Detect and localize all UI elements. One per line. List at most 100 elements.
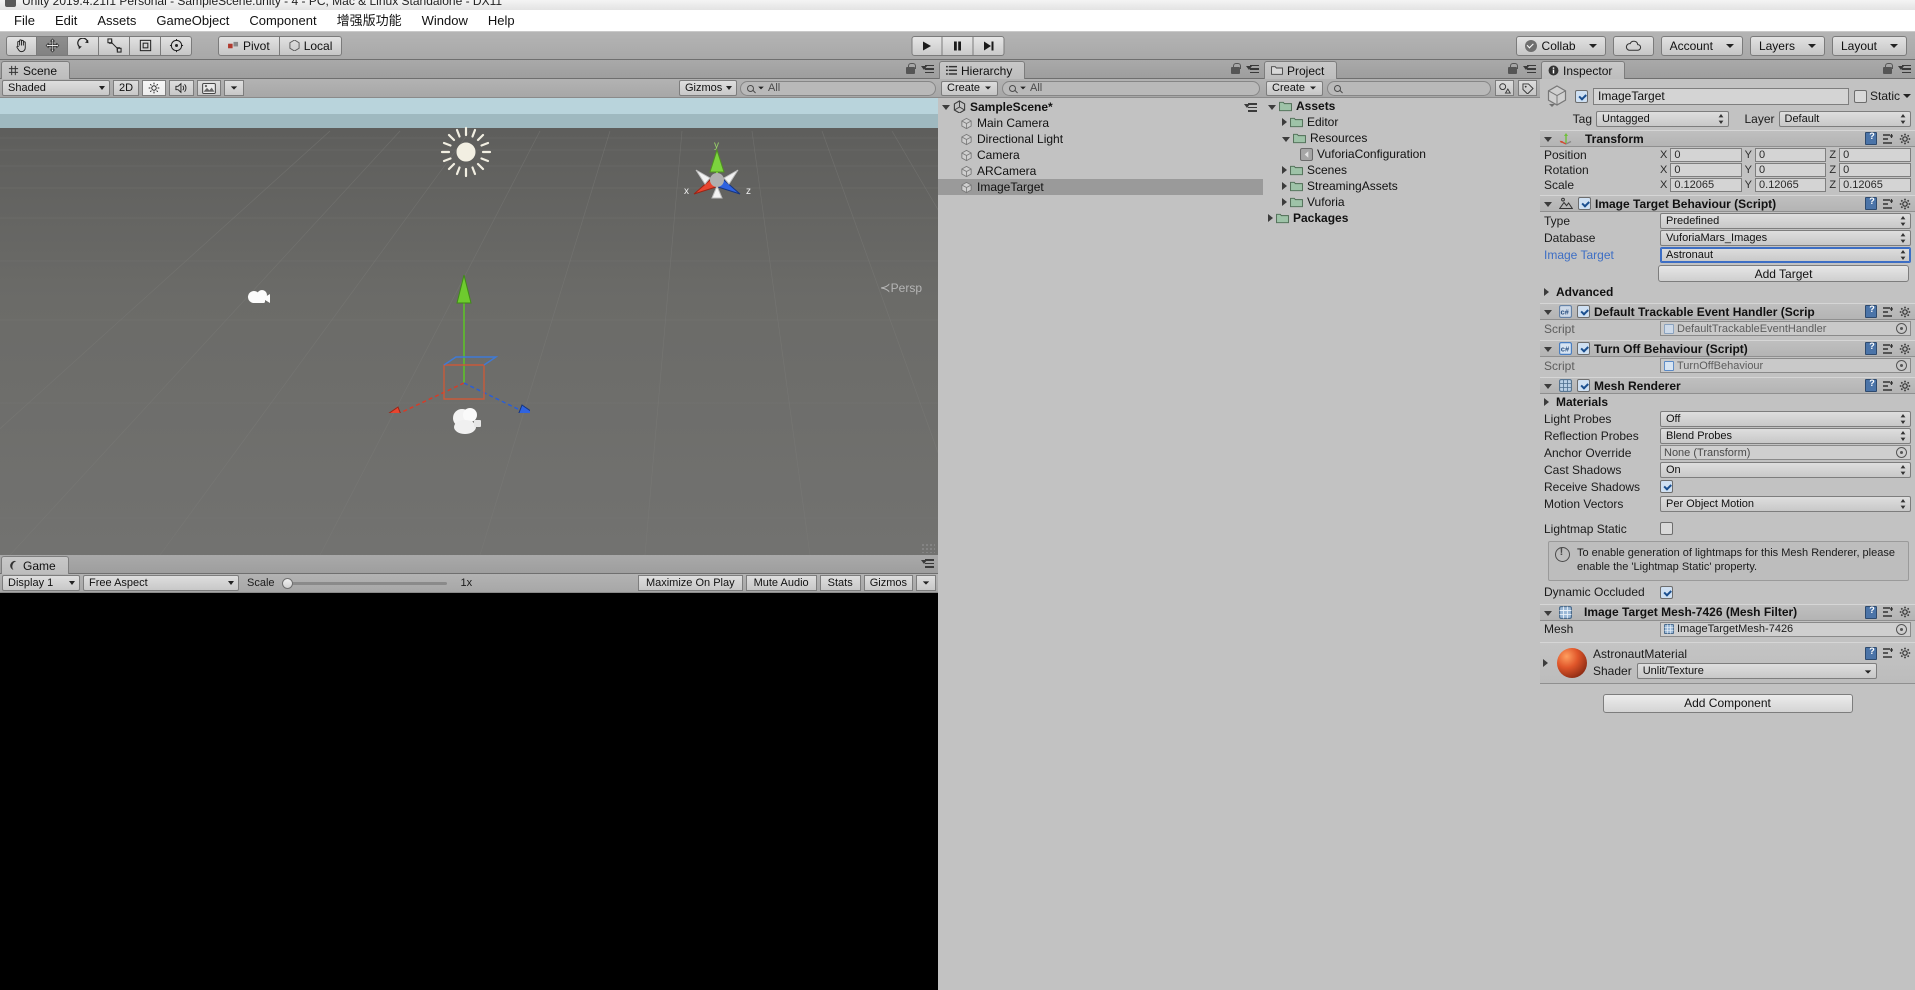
object-active-checkbox[interactable] (1575, 89, 1588, 103)
layers-button[interactable]: Layers (1749, 35, 1825, 56)
chevron-down-icon[interactable] (1903, 94, 1911, 98)
rotation-z-input[interactable]: 0 (1839, 162, 1912, 177)
chevron-right-icon[interactable] (1544, 398, 1549, 406)
account-button[interactable]: Account (1660, 35, 1743, 56)
hierarchy-scene-row[interactable]: SampleScene* (938, 98, 1263, 115)
preset-icon[interactable] (1882, 647, 1894, 659)
add-component-button[interactable]: Add Component (1602, 693, 1853, 713)
static-checkbox[interactable] (1853, 89, 1867, 103)
help-icon[interactable] (1865, 304, 1878, 318)
tab-inspector[interactable]: Inspector (1541, 61, 1626, 79)
help-icon[interactable] (1865, 341, 1878, 355)
type-dropdown[interactable]: Predefined (1660, 212, 1911, 229)
mesh-field[interactable]: ImageTargetMesh-7426 (1660, 621, 1911, 637)
hierarchy-create-button[interactable]: Create (941, 80, 999, 96)
help-icon[interactable] (1865, 196, 1878, 210)
position-z-input[interactable]: 0 (1839, 147, 1912, 162)
image-target-dropdown[interactable]: Astronaut (1660, 246, 1911, 263)
object-picker-icon[interactable] (1896, 447, 1907, 458)
hierarchy-item-imagetarget[interactable]: ImageTarget (938, 179, 1263, 195)
scale-y-input[interactable]: 0.12065 (1755, 177, 1827, 192)
gear-icon[interactable] (1899, 133, 1911, 145)
pause-button[interactable] (942, 35, 973, 56)
cloud-button[interactable] (1612, 35, 1654, 56)
project-item-scenes[interactable]: Scenes (1263, 162, 1540, 178)
hierarchy-item-camera[interactable]: Camera (938, 147, 1263, 163)
database-dropdown[interactable]: VuforiaMars_Images (1660, 229, 1911, 246)
game-gizmos-button[interactable]: Gizmos (863, 575, 913, 591)
component-header-mesh-filter[interactable]: Image Target Mesh-7426 (Mesh Filter) (1540, 603, 1915, 621)
effects-dropdown-button[interactable] (224, 80, 245, 96)
chevron-right-icon[interactable] (1544, 288, 1549, 296)
position-y-input[interactable]: 0 (1755, 147, 1827, 162)
move-tool-button[interactable] (37, 35, 68, 56)
menu-item-file[interactable]: File (4, 11, 45, 31)
stats-button[interactable]: Stats (819, 575, 861, 591)
hand-tool-button[interactable] (6, 35, 37, 56)
menu-item-gameobject[interactable]: GameObject (146, 11, 239, 31)
trackable-handler-enabled-checkbox[interactable] (1577, 305, 1590, 318)
preset-icon[interactable] (1882, 343, 1894, 355)
project-filter-type-button[interactable] (1495, 80, 1514, 96)
help-icon[interactable] (1865, 646, 1878, 660)
reflection-probes-dropdown[interactable]: Blend Probes (1660, 427, 1911, 444)
menu-item-component[interactable]: Component (239, 11, 326, 31)
game-scale-slider[interactable] (281, 577, 447, 589)
chevron-down-icon[interactable] (1282, 136, 1290, 142)
project-item-vuforiaconfiguration[interactable]: VuforiaConfiguration (1263, 146, 1540, 162)
gear-icon[interactable] (1899, 198, 1911, 210)
layer-dropdown[interactable]: Default (1778, 111, 1911, 127)
cast-shadows-dropdown[interactable]: On (1660, 461, 1911, 478)
component-header-mesh-renderer[interactable]: Mesh Renderer (1540, 377, 1915, 394)
add-target-button[interactable]: Add Target (1658, 265, 1909, 282)
menu-icon[interactable] (1523, 64, 1536, 74)
motion-vectors-dropdown[interactable]: Per Object Motion (1660, 495, 1911, 512)
hierarchy-item-arcamera[interactable]: ARCamera (938, 163, 1263, 179)
lightmap-static-checkbox[interactable] (1660, 522, 1673, 535)
shader-dropdown[interactable]: Unlit/Texture (1636, 662, 1877, 679)
chevron-right-icon[interactable] (1543, 658, 1548, 667)
lock-icon[interactable] (1883, 63, 1893, 74)
mute-audio-button[interactable]: Mute Audio (745, 575, 817, 591)
turn-off-enabled-checkbox[interactable] (1577, 342, 1590, 355)
menu-icon[interactable] (921, 64, 934, 74)
lock-icon[interactable] (906, 63, 916, 74)
project-item-packages[interactable]: Packages (1263, 210, 1540, 226)
materials-foldout[interactable]: Materials (1540, 394, 1915, 410)
scale-x-input[interactable]: 0.12065 (1670, 177, 1742, 192)
object-name-input[interactable]: ImageTarget (1593, 87, 1849, 105)
transform-tool-button[interactable] (161, 35, 192, 56)
advanced-foldout[interactable]: Advanced (1540, 284, 1915, 300)
menu-item-help[interactable]: Help (478, 11, 525, 31)
menu-item-window[interactable]: Window (412, 11, 478, 31)
gear-icon[interactable] (1899, 343, 1911, 355)
help-icon[interactable] (1865, 605, 1878, 619)
lighting-toggle-button[interactable] (142, 80, 167, 96)
chevron-right-icon[interactable] (1282, 182, 1287, 190)
project-item-streamingassets[interactable]: StreamingAssets (1263, 178, 1540, 194)
audio-toggle-button[interactable] (169, 80, 195, 96)
game-viewport[interactable] (0, 593, 938, 990)
scene-view-gizmo[interactable]: x z y (674, 136, 760, 222)
image-target-object[interactable] (448, 403, 484, 437)
scene-search-input[interactable]: All (740, 80, 936, 96)
component-header-trackable-handler[interactable]: c# Default Trackable Event Handler (Scri… (1540, 303, 1915, 320)
maximize-on-play-button[interactable]: Maximize On Play (637, 575, 743, 591)
gear-icon[interactable] (1899, 647, 1911, 659)
display-dropdown[interactable]: Display 1 (2, 575, 80, 591)
mesh-renderer-enabled-checkbox[interactable] (1577, 379, 1590, 392)
project-create-button[interactable]: Create (1266, 80, 1324, 96)
rotation-x-input[interactable]: 0 (1670, 162, 1742, 177)
project-item-editor[interactable]: Editor (1263, 114, 1540, 130)
menu-icon[interactable] (1898, 64, 1911, 74)
lock-icon[interactable] (1508, 63, 1518, 74)
trackable-handler-script-field[interactable]: DefaultTrackableEventHandler (1660, 321, 1911, 336)
menu-item-edit[interactable]: Edit (45, 11, 87, 31)
pivot-toggle-button[interactable]: Pivot (218, 35, 280, 56)
object-picker-icon[interactable] (1896, 623, 1907, 635)
chevron-right-icon[interactable] (1268, 214, 1273, 222)
component-header-transform[interactable]: Transform (1540, 130, 1915, 147)
perspective-label[interactable]: ≺Persp (880, 280, 922, 296)
object-picker-icon[interactable] (1896, 360, 1907, 371)
scene-viewport[interactable]: x z y ≺Persp (0, 98, 938, 555)
